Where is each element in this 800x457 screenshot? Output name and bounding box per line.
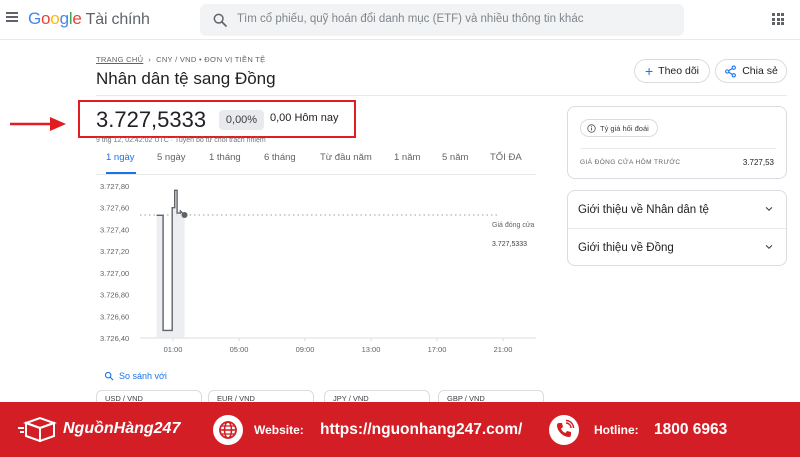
x-tick-label: 21:00 (494, 345, 513, 354)
about-cny-row[interactable]: Giới thiệu về Nhân dân tệ (568, 191, 786, 228)
quote-timestamp[interactable]: 9 thg 12, 02:42:02 UTC · Tuyên bố từ chố… (96, 137, 266, 144)
apps-grid-icon[interactable] (772, 13, 784, 25)
card-divider (580, 148, 776, 149)
y-tick-label: 3.726,40 (100, 334, 129, 343)
compare-button[interactable]: So sánh với (104, 371, 167, 381)
x-tick-label: 01:00 (164, 345, 183, 354)
about-card: Giới thiệu về Nhân dân tệ Giới thiệu về … (567, 190, 787, 266)
chevron-down-icon (765, 206, 773, 212)
info-icon (587, 123, 596, 133)
tab-1-year[interactable]: 1 năm (394, 152, 420, 163)
chevron-down-icon (765, 244, 773, 250)
previous-close-chart-value: 3.727,5333 (492, 241, 527, 248)
search-icon (104, 371, 114, 381)
hotline-number[interactable]: 1800 6963 (654, 421, 727, 439)
header-divider (96, 95, 787, 96)
share-icon (725, 65, 737, 77)
search-placeholder: Tìm cổ phiếu, quỹ hoán đổi danh mục (ETF… (237, 13, 584, 25)
tab-1-day[interactable]: 1 ngày (106, 152, 135, 163)
change-percent-badge: 0,00% (219, 110, 264, 130)
website-label: Website: (254, 423, 304, 437)
y-tick-label: 3.726,60 (100, 312, 129, 321)
tab-5-days[interactable]: 5 ngày (157, 152, 186, 163)
share-button-label: Chia sẻ (742, 65, 778, 77)
compare-label: So sánh với (119, 371, 167, 381)
google-finance-logo[interactable]: Google Tài chính (28, 9, 150, 29)
top-app-bar: Google Tài chính Tìm cổ phiếu, quỹ hoán đ… (0, 0, 800, 40)
follow-button-label: Theo dõi (658, 65, 700, 77)
website-url[interactable]: https://nguonhang247.com/ (320, 421, 522, 439)
hotline-label: Hotline: (594, 423, 639, 437)
x-tick-label: 13:00 (362, 345, 381, 354)
y-tick-label: 3.726,80 (100, 291, 129, 300)
previous-close-chart-label: Giá đóng cửa (492, 221, 535, 229)
y-tick-label: 3.727,20 (100, 247, 129, 256)
about-vnd-label: Giới thiệu về Đồng (578, 241, 674, 254)
y-tick-label: 3.727,60 (100, 204, 129, 213)
latest-price-point (181, 211, 188, 218)
promo-banner: NguồnHàng247 Website: https://nguonhang2… (0, 402, 800, 457)
tab-1-month[interactable]: 1 tháng (209, 152, 241, 163)
tab-ytd[interactable]: Từ đầu năm (320, 152, 372, 163)
range-tabs: 1 ngày 5 ngày 1 tháng 6 tháng Từ đầu năm… (96, 152, 536, 174)
red-arrow-annotation (10, 117, 66, 131)
search-input[interactable]: Tìm cổ phiếu, quỹ hoán đổi danh mục (ETF… (200, 4, 684, 36)
phone-icon (549, 415, 579, 445)
follow-button[interactable]: + Theo dõi (634, 59, 710, 83)
logo-google-text: Google (28, 9, 82, 28)
logo-suffix: Tài chính (85, 11, 150, 28)
current-price: 3.727,5333 (96, 107, 207, 132)
info-card: Tỷ giá hối đoái GIÁ ĐÓNG CỬA HÔM TRƯỚC 3… (567, 106, 787, 179)
about-vnd-row[interactable]: Giới thiệu về Đồng (568, 229, 786, 266)
x-tick-label: 09:00 (296, 345, 315, 354)
globe-icon (213, 415, 243, 445)
change-absolute: 0,00 Hôm nay (270, 112, 339, 124)
y-tick-label: 3.727,40 (100, 225, 129, 234)
price-chart[interactable]: 3.727,80 3.727,60 3.727,40 3.727,20 3.727,00… (96, 176, 546, 366)
y-tick-label: 3.727,00 (100, 269, 129, 278)
page-title: Nhân dân tệ sang Đồng (96, 69, 276, 88)
y-tick-label: 3.727,80 (100, 182, 129, 191)
search-icon (213, 13, 227, 27)
tabs-divider (96, 174, 536, 175)
x-tick-label: 05:00 (230, 345, 249, 354)
box-logo-icon (18, 416, 57, 442)
menu-icon[interactable] (6, 12, 18, 22)
tab-max[interactable]: TỐI ĐA (490, 152, 522, 163)
breadcrumb-home-link[interactable]: TRANG CHỦ (96, 55, 143, 64)
tab-5-years[interactable]: 5 năm (442, 152, 468, 163)
breadcrumb-current: CNY / VND • ĐƠN VỊ TIỀN TỆ (156, 55, 266, 64)
breadcrumb: TRANG CHỦ › CNY / VND • ĐƠN VỊ TIỀN TỆ (96, 55, 266, 64)
exchange-rate-chip-label: Tỷ giá hối đoái (600, 123, 649, 133)
x-tick-label: 17:00 (428, 345, 447, 354)
share-button[interactable]: Chia sẻ (715, 59, 787, 83)
banner-brand: NguồnHàng247 (63, 420, 181, 437)
about-cny-label: Giới thiệu về Nhân dân tệ (578, 203, 709, 216)
exchange-rate-chip[interactable]: Tỷ giá hối đoái (580, 119, 658, 137)
plus-icon: + (644, 63, 654, 79)
tab-6-months[interactable]: 6 tháng (264, 152, 296, 163)
previous-close-label: GIÁ ĐÓNG CỬA HÔM TRƯỚC (580, 159, 681, 166)
breadcrumb-separator: › (148, 55, 152, 64)
previous-close-value: 3.727,53 (742, 158, 774, 167)
